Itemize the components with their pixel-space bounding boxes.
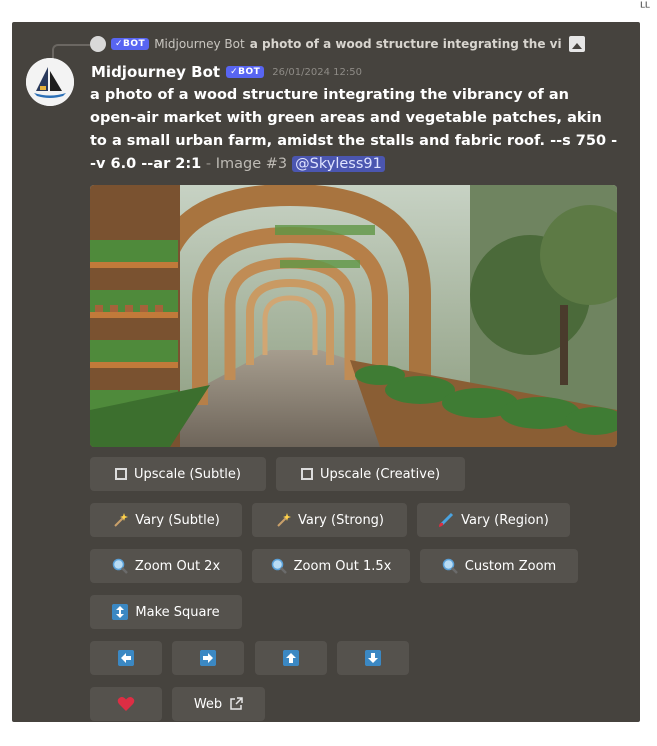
vary-region-button[interactable]: Vary (Region) <box>417 503 570 537</box>
pan-left-button[interactable] <box>90 641 162 675</box>
zoom-out-2x-button[interactable]: Zoom Out 2x <box>90 549 242 583</box>
vary-strong-label: Vary (Strong) <box>297 512 385 528</box>
external-link-icon <box>230 697 243 710</box>
favorite-button[interactable] <box>90 687 162 721</box>
arrow-right-icon <box>200 650 216 666</box>
vary-strong-button[interactable]: Vary (Strong) <box>252 503 407 537</box>
expand-corners-icon <box>300 468 313 480</box>
reply-bot-name[interactable]: Midjourney Bot <box>154 37 245 51</box>
vary-subtle-label: Vary (Subtle) <box>135 512 220 528</box>
image-number: Image #3 <box>215 156 288 172</box>
avatar[interactable] <box>26 58 74 106</box>
username[interactable]: Midjourney Bot <box>91 63 220 81</box>
upscale-creative-label: Upscale (Creative) <box>319 466 441 482</box>
make-square-label: Make Square <box>135 604 220 620</box>
pan-right-button[interactable] <box>172 641 244 675</box>
web-link-button[interactable]: Web <box>172 687 265 721</box>
magnifier-icon <box>442 558 458 574</box>
separator: - <box>201 156 216 172</box>
web-label: Web <box>193 696 223 712</box>
magnifier-icon <box>271 558 287 574</box>
reply-reference[interactable]: ✓BOT Midjourney Bot a photo of a wood st… <box>90 34 610 54</box>
message-content: a photo of a wood structure integrating … <box>90 84 620 176</box>
image-icon <box>568 36 585 52</box>
window-corner-mark: ᴸᴸ <box>640 0 650 16</box>
user-mention[interactable]: @Skyless91 <box>292 156 385 172</box>
generated-image[interactable] <box>90 185 617 447</box>
paintbrush-icon <box>439 512 454 527</box>
pan-down-button[interactable] <box>337 641 409 675</box>
image-wood-arch-market <box>90 185 617 447</box>
arrow-up-icon <box>283 650 299 666</box>
magic-wand-icon <box>114 513 129 527</box>
vertical-arrows-icon <box>112 604 129 620</box>
pan-up-button[interactable] <box>255 641 327 675</box>
reply-bot-badge: ✓BOT <box>111 38 150 50</box>
reply-connector <box>52 44 90 60</box>
arrow-left-icon <box>118 650 134 666</box>
heart-icon <box>117 697 135 711</box>
arrow-down-icon <box>365 650 381 666</box>
vary-subtle-button[interactable]: Vary (Subtle) <box>90 503 242 537</box>
upscale-subtle-label: Upscale (Subtle) <box>134 466 241 482</box>
vary-region-label: Vary (Region) <box>461 512 549 528</box>
zoom-out-1-5x-label: Zoom Out 1.5x <box>293 558 392 574</box>
reply-text[interactable]: a photo of a wood structure integrating … <box>250 37 562 51</box>
upscale-creative-button[interactable]: Upscale (Creative) <box>276 457 465 491</box>
make-square-button[interactable]: Make Square <box>90 595 242 629</box>
bot-badge: ✓BOT <box>226 66 265 78</box>
custom-zoom-button[interactable]: Custom Zoom <box>420 549 578 583</box>
zoom-out-1-5x-button[interactable]: Zoom Out 1.5x <box>252 549 410 583</box>
zoom-out-2x-label: Zoom Out 2x <box>134 558 221 574</box>
expand-corners-icon <box>115 468 127 480</box>
timestamp: 26/01/2024 12:50 <box>272 66 362 78</box>
magic-wand-icon <box>277 513 291 527</box>
upscale-subtle-button[interactable]: Upscale (Subtle) <box>90 457 266 491</box>
reply-avatar-icon <box>90 36 106 52</box>
sailboat-logo-icon <box>26 58 74 106</box>
custom-zoom-label: Custom Zoom <box>464 558 557 574</box>
message-header: Midjourney Bot ✓BOT 26/01/2024 12:50 <box>91 62 362 82</box>
magnifier-icon <box>112 558 128 574</box>
